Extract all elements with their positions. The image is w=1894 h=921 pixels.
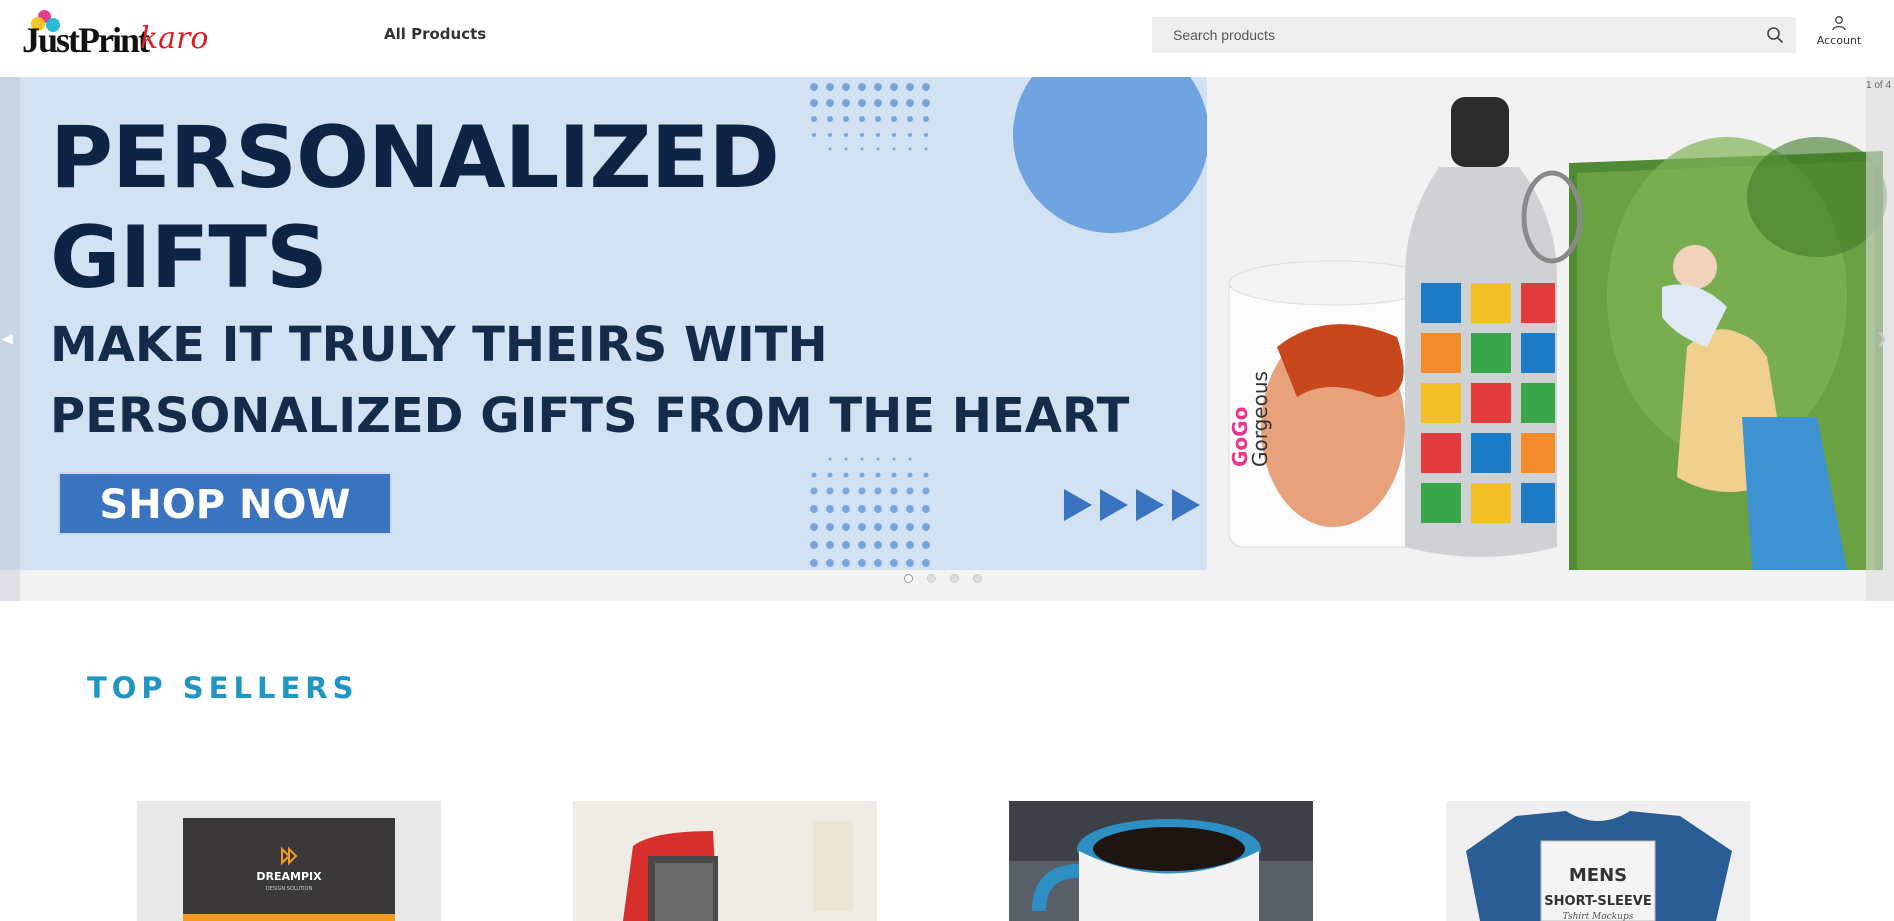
product-card-mug[interactable] (1009, 801, 1313, 921)
account-label: Account (1816, 34, 1862, 47)
shop-now-button[interactable]: SHOP NOW (58, 472, 392, 535)
pagination-dot-2[interactable] (927, 574, 936, 583)
tshirt-tag-line-3: Tshirt Mockups (1563, 912, 1634, 921)
search-bar (1152, 17, 1796, 53)
banner-product-photo: GoGo Gorgeous (1207, 77, 1894, 570)
product-card-stamp[interactable] (573, 801, 877, 921)
pagination-dot-1[interactable] (904, 574, 913, 583)
site-logo[interactable]: JustPrint karo (22, 6, 212, 62)
mug-image (1009, 801, 1313, 921)
card-brand: DREAMPIX (256, 870, 322, 883)
site-header: JustPrint karo All Products Account (0, 0, 1894, 77)
tshirt-tag-line-2: SHORT-SLEEVE (1544, 894, 1651, 909)
banner-subheadline-1: MAKE IT TRULY THEIRS WITH (50, 317, 828, 373)
decor-dot-grid-bottom (810, 457, 930, 567)
banner-headline-2: GIFTS (50, 208, 328, 308)
business-card-image: DREAMPIX DESIGN SOLUTION (183, 818, 395, 921)
card-tagline: DESIGN SOLUTION (266, 886, 313, 892)
nav-all-products[interactable]: All Products (384, 25, 486, 43)
product-card-business-card[interactable]: DREAMPIX DESIGN SOLUTION (137, 801, 441, 921)
carousel-next-icon[interactable]: ❯ (1876, 330, 1888, 347)
decor-circle (1013, 77, 1209, 233)
user-icon (1832, 16, 1846, 31)
play-arrows-icon (1064, 489, 1200, 521)
bottle-sports-tiles (1421, 283, 1555, 523)
banner-headline-1: PERSONALIZED (50, 108, 780, 208)
carousel-pagination (904, 574, 982, 583)
top-sellers-title: TOP SELLERS (87, 671, 359, 705)
stamp-image (573, 801, 877, 921)
tshirt-image: MENS SHORT-SLEEVE Tshirt Mockups (1446, 801, 1750, 921)
slide-counter: 1 of 4 (1866, 80, 1892, 91)
hero-carousel: PERSONALIZED GIFTS MAKE IT TRULY THEIRS … (0, 77, 1894, 601)
pagination-dot-3[interactable] (950, 574, 959, 583)
carousel-prev-icon[interactable]: ◀ (2, 330, 13, 347)
gift-products-illustration: GoGo Gorgeous (1228, 97, 1887, 570)
pagination-dot-4[interactable] (973, 574, 982, 583)
photo-bottle (1405, 97, 1583, 557)
mug-text-2: Gorgeous (1248, 371, 1272, 467)
banner-subheadline-2: PERSONALIZED GIFTS FROM THE HEART (50, 388, 1130, 444)
account-link[interactable]: Account (1808, 15, 1870, 55)
product-card-tshirt[interactable]: MENS SHORT-SLEEVE Tshirt Mockups (1446, 801, 1750, 921)
logo-wordmark-accent: karo (140, 21, 209, 56)
search-icon[interactable] (1766, 26, 1784, 44)
search-input[interactable] (1152, 17, 1752, 53)
tshirt-tag-line-1: MENS (1569, 865, 1627, 886)
canvas-print (1569, 137, 1887, 570)
decor-dot-grid-top (810, 83, 930, 151)
logo-wordmark: JustPrint (22, 20, 150, 60)
carousel-slide[interactable]: PERSONALIZED GIFTS MAKE IT TRULY THEIRS … (0, 77, 1894, 570)
